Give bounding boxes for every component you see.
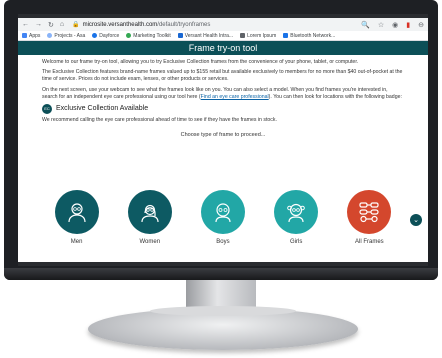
globe-icon	[126, 33, 132, 38]
text-icon	[240, 33, 246, 38]
woman-icon[interactable]	[127, 190, 172, 234]
frame-option-women[interactable]: Women	[120, 190, 180, 245]
address-bar: ← → ↻ ⌂ 🔒 microsite.versanthealth.com/def…	[18, 18, 428, 31]
girl-icon[interactable]	[274, 190, 319, 234]
bookmark-dayforce[interactable]: Dayforce	[92, 33, 119, 39]
man-icon[interactable]	[54, 190, 99, 234]
next-screen-tail: ). You can then look for locations with …	[268, 93, 402, 100]
frame-option-men[interactable]: Men	[47, 190, 107, 245]
browser-screen: ← → ↻ ⌂ 🔒 microsite.versanthealth.com/def…	[18, 18, 428, 262]
bookmark-bluetooth[interactable]: Bluetooth Network...	[283, 33, 335, 39]
monitor-frame: ← → ↻ ⌂ 🔒 microsite.versanthealth.com/def…	[4, 0, 438, 280]
exclusive-badge-row: EC Exclusive Collection Available	[42, 104, 404, 115]
bluetooth-icon	[283, 33, 289, 38]
intro-text: Welcome to our frame try-on tool, allowi…	[42, 59, 359, 65]
frame-label-women: Women	[139, 239, 161, 245]
frame-option-girls[interactable]: Girls	[266, 190, 326, 245]
bookmark-projects[interactable]: Projects - Asa	[47, 33, 85, 39]
frame-option-boys[interactable]: Boys	[193, 190, 253, 245]
choose-prompt: Choose type of frame to proceed...	[180, 132, 266, 139]
url-field[interactable]: 🔒 microsite.versanthealth.com/default/try…	[72, 21, 361, 28]
reload-icon[interactable]: ↻	[48, 21, 54, 29]
collection-text: The Exclusive Collection features brand-…	[42, 69, 403, 83]
bookmark-lorem[interactable]: Lorem Ipsum	[240, 33, 276, 39]
page-content: Welcome to our frame try-on tool, allowi…	[18, 55, 428, 139]
back-icon[interactable]: ←	[22, 21, 29, 29]
next-screen-paragraph: On the next screen, use your webcam to s…	[42, 87, 404, 101]
versant-icon	[177, 33, 183, 38]
find-ecp-link[interactable]: Find an eye care professional	[201, 94, 269, 100]
chevron-down-icon: ⌄	[413, 217, 419, 224]
frame-label-girls: Girls	[289, 239, 303, 245]
bookmark-versant-intranet[interactable]: Versant Health Intra...	[177, 33, 233, 39]
monitor-stand-joint	[150, 306, 296, 316]
apps-grid-icon	[22, 33, 27, 38]
frame-label-boys: Boys	[216, 239, 230, 245]
lock-icon: 🔒	[72, 22, 80, 28]
exclusive-collection-badge-icon: EC	[42, 104, 52, 115]
frame-option-all[interactable]: All Frames	[339, 190, 399, 245]
bookmark-apps[interactable]: Apps	[22, 33, 40, 39]
url-path: /default/tryonframes	[157, 22, 211, 28]
extension-icon[interactable]: ▮	[406, 21, 410, 29]
camera-icon[interactable]: ◉	[392, 21, 398, 29]
boy-icon[interactable]	[200, 190, 245, 234]
scroll-down-button[interactable]: ⌄	[410, 214, 422, 226]
page-title: Frame try-on tool	[18, 41, 428, 55]
bookmark-marketing[interactable]: Marketing Toolkit	[126, 33, 171, 39]
zoom-icon[interactable]: 🔍	[361, 21, 370, 29]
bookmarks-bar: Apps Projects - Asa Dayforce Marketing T…	[18, 31, 428, 41]
monitor-bezel: ← → ↻ ⌂ 🔒 microsite.versanthealth.com/def…	[18, 14, 428, 266]
frame-label-men: Men	[70, 239, 83, 245]
nav-controls: ← → ↻ ⌂	[22, 21, 64, 29]
glasses-icon[interactable]	[347, 190, 392, 234]
home-icon[interactable]: ⌂	[60, 21, 64, 29]
badge-label: Exclusive Collection Available	[56, 105, 149, 113]
recommend-text: We recommend calling the eye care profes…	[42, 117, 277, 124]
frame-type-options: Men Women Boys Girls All Frames	[18, 190, 428, 245]
browser-actions: 🔍 ☆ ◉ ▮ ⊖	[361, 21, 424, 29]
globe-icon	[47, 33, 53, 38]
frame-label-all: All Frames	[355, 239, 384, 245]
monitor-bottom-bezel	[4, 268, 438, 280]
url-domain: microsite.versanthealth.com	[82, 22, 158, 28]
dayforce-icon	[92, 33, 98, 38]
star-icon[interactable]: ☆	[378, 21, 384, 29]
profile-icon[interactable]: ⊖	[418, 21, 424, 29]
forward-icon[interactable]: →	[35, 21, 42, 29]
